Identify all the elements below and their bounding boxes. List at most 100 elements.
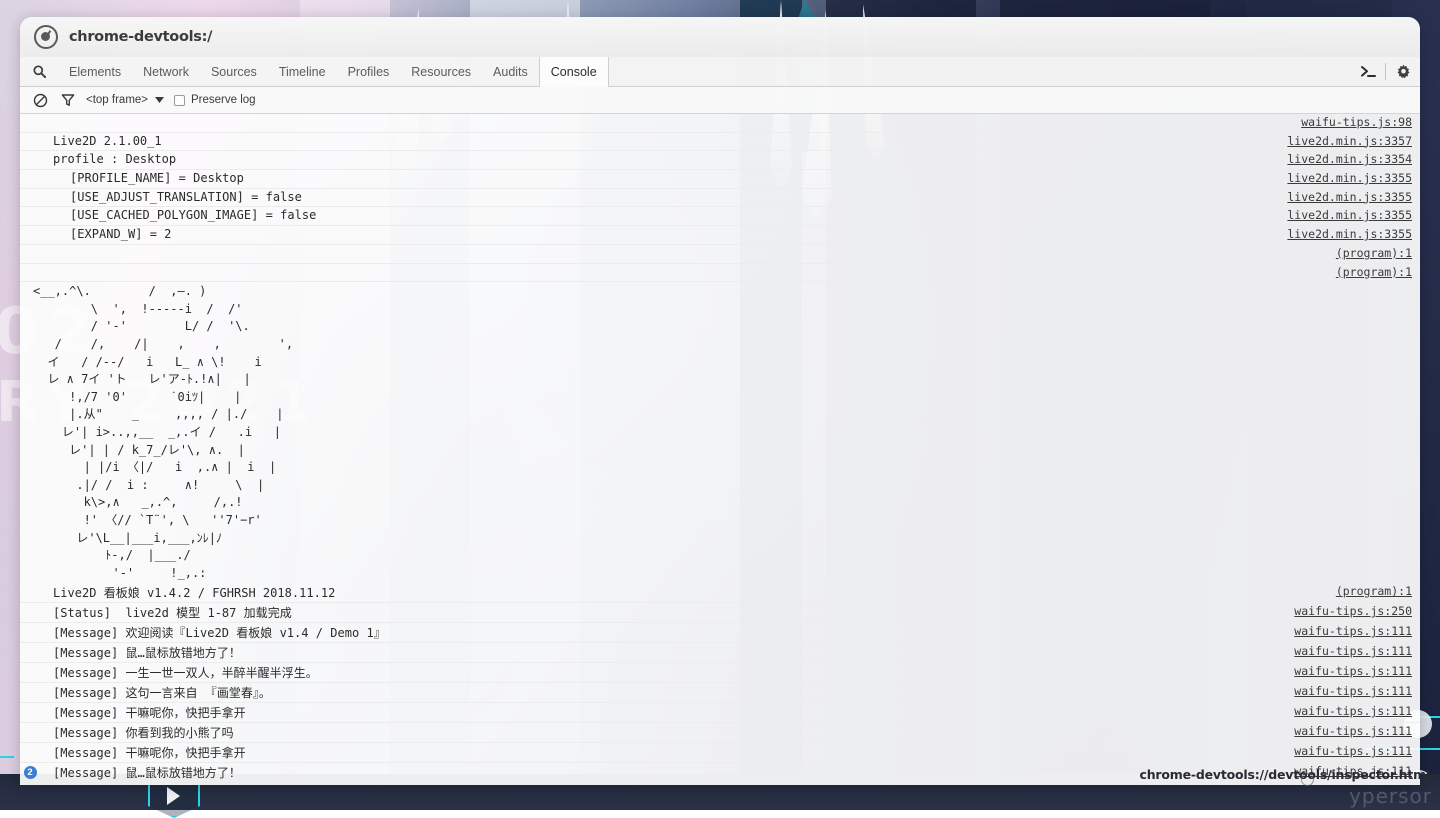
console-output[interactable]: waifu-tips.js:98Live2D 2.1.00_1live2d.mi… [20, 114, 1420, 785]
window-title: chrome-devtools:/ [69, 29, 212, 45]
tab-elements[interactable]: Elements [58, 57, 132, 86]
devtools-window: chrome-devtools:/ Elements Network Sourc… [20, 17, 1420, 785]
console-log-row: waifu-tips.js:98 [20, 114, 1420, 133]
console-message-row: [Status] live2d 模型 1-87 加载完成waifu-tips.j… [20, 603, 1420, 623]
clear-console-icon[interactable] [32, 92, 49, 109]
source-link[interactable]: waifu-tips.js:250 [1294, 604, 1420, 618]
source-link[interactable]: live2d.min.js:3357 [1287, 134, 1420, 148]
source-link[interactable]: live2d.min.js:3355 [1287, 227, 1420, 241]
console-ascii-art-row: <__,.^\. / ,—. ) \ ', !-----i / /' / '-'… [20, 282, 1420, 583]
source-link[interactable]: live2d.min.js:3355 [1287, 208, 1420, 222]
source-link[interactable]: live2d.min.js:3355 [1287, 171, 1420, 185]
console-message-row: [Message] 干嘛呢你，快把手拿开waifu-tips.js:111 [20, 703, 1420, 723]
console-message-text: [Message] 干嘛呢你，快把手拿开 [40, 744, 1294, 761]
badge-cell [20, 246, 40, 248]
console-message-text: [Message] 干嘛呢你，快把手拿开 [40, 704, 1294, 721]
badge-cell [20, 664, 40, 666]
tab-network[interactable]: Network [132, 57, 200, 86]
badge-cell: 2 [20, 764, 40, 779]
console-log-row: (program):1 [20, 245, 1420, 264]
frame-selector-value: <top frame> [86, 94, 148, 106]
console-filter-bar: <top frame> Preserve log [20, 87, 1420, 114]
console-message-rows: [Status] live2d 模型 1-87 加载完成waifu-tips.j… [20, 603, 1420, 785]
badge-cell [20, 152, 40, 154]
source-link[interactable]: waifu-tips.js:111 [1294, 744, 1420, 758]
frame-selector[interactable]: <top frame> [86, 94, 164, 106]
source-link[interactable]: waifu-tips.js:111 [1294, 704, 1420, 718]
tab-audits[interactable]: Audits [482, 57, 539, 86]
source-link[interactable]: (program):1 [1336, 246, 1420, 260]
badge-cell [20, 190, 40, 192]
chevron-down-icon [155, 94, 164, 106]
filter-funnel-icon[interactable] [59, 92, 76, 109]
console-prompt-icon[interactable] [1351, 57, 1385, 87]
source-link[interactable]: (program):1 [1336, 584, 1420, 598]
badge-cell [20, 704, 40, 706]
tab-profiles[interactable]: Profiles [337, 57, 401, 86]
console-art-footer-text: Live2D 看板娘 v1.4.2 / FGHRSH 2018.11.12 [40, 584, 1336, 601]
badge-cell [20, 115, 40, 117]
badge-cell [20, 644, 40, 646]
window-titlebar: chrome-devtools:/ [20, 17, 1420, 57]
console-log-text: [USE_CACHED_POLYGON_IMAGE] = false [40, 208, 1287, 222]
console-log-text: [USE_ADJUST_TRANSLATION] = false [40, 190, 1287, 204]
console-log-text: [EXPAND_W] = 2 [40, 227, 1287, 241]
ascii-art: <__,.^\. / ,—. ) \ ', !-----i / /' / '-'… [20, 283, 293, 582]
gear-icon[interactable] [1386, 57, 1420, 87]
badge-cell [20, 624, 40, 626]
tab-resources[interactable]: Resources [400, 57, 482, 86]
badge-cell [20, 208, 40, 210]
source-link[interactable]: live2d.min.js:3355 [1287, 190, 1420, 204]
tab-sources[interactable]: Sources [200, 57, 268, 86]
tab-timeline[interactable]: Timeline [268, 57, 337, 86]
console-message-row: 2[Message] 鼠…鼠标放错地方了！waifu-tips.js:111 [20, 763, 1420, 783]
preserve-log-checkbox[interactable] [174, 95, 185, 106]
badge-cell [20, 171, 40, 173]
source-link[interactable]: waifu-tips.js:111 [1294, 724, 1420, 738]
wallpaper-cyan-line [0, 756, 14, 758]
badge-cell [20, 724, 40, 726]
console-log-row: profile : Desktoplive2d.min.js:3354 [20, 151, 1420, 170]
console-message-row: [Message] 一生一世一双人，半醉半醒半浮生。waifu-tips.js:… [20, 663, 1420, 683]
source-link[interactable]: (program):1 [1336, 265, 1420, 279]
preserve-log-label: Preserve log [191, 94, 256, 106]
devtools-tabbar: Elements Network Sources Timeline Profil… [20, 57, 1420, 87]
console-message-text: [Message] 欢迎阅读『Live2D 看板娘 v1.4 / Demo 1』 [40, 624, 1294, 641]
console-log-text: Live2D 2.1.00_1 [40, 134, 1287, 148]
console-log-row: Live2D 2.1.00_1live2d.min.js:3357 [20, 133, 1420, 152]
preserve-log-toggle[interactable]: Preserve log [174, 94, 256, 106]
badge-cell [20, 584, 40, 586]
badge-cell [20, 684, 40, 686]
source-link[interactable]: waifu-tips.js:111 [1294, 644, 1420, 658]
console-log-text: profile : Desktop [40, 152, 1287, 166]
badge-cell [20, 744, 40, 746]
badge-cell [20, 784, 40, 785]
console-message-text: [Message] 鼠…鼠标放错地方了！ [40, 644, 1294, 661]
console-message-text: [Message] 你看到我的小熊了吗 [40, 724, 1294, 741]
console-log-row: [USE_ADJUST_TRANSLATION] = falselive2d.m… [20, 189, 1420, 208]
tab-console[interactable]: Console [539, 57, 609, 87]
search-icon[interactable] [20, 57, 58, 86]
console-message-text: [Message] 一生一世一双人，半醉半醒半浮生。 [40, 664, 1294, 681]
console-log-rows: waifu-tips.js:98Live2D 2.1.00_1live2d.mi… [20, 114, 1420, 282]
badge-cell [20, 265, 40, 267]
badge-cell [20, 604, 40, 606]
console-log-row: [PROFILE_NAME] = Desktoplive2d.min.js:33… [20, 170, 1420, 189]
repeat-count-badge: 2 [24, 766, 37, 779]
source-link[interactable]: waifu-tips.js:111 [1294, 684, 1420, 698]
console-log-row: [USE_CACHED_POLYGON_IMAGE] = falselive2d… [20, 207, 1420, 226]
console-message-text: [Message] 鼠…鼠标放错地方了！ [40, 764, 1294, 781]
source-link[interactable]: waifu-tips.js:98 [1301, 115, 1420, 129]
source-link[interactable]: waifu-tips.js:111 [1294, 664, 1420, 678]
console-message-text: [Status] live2d 模型 1-87 加载完成 [40, 604, 1294, 621]
console-log-text: [PROFILE_NAME] = Desktop [40, 171, 1287, 185]
console-message-text: [Message] 干嘛呢你，快把手拿开 [40, 784, 1294, 785]
console-message-row: [Message] 欢迎阅读『Live2D 看板娘 v1.4 / Demo 1』… [20, 623, 1420, 643]
source-link[interactable]: live2d.min.js:3354 [1287, 152, 1420, 166]
devtools-circle-icon [34, 25, 58, 49]
watermark-icon [1301, 773, 1314, 786]
console-message-row: [Message] 干嘛呢你，快把手拿开waifu-tips.js:111 [20, 783, 1420, 785]
console-message-row: [Message] 你看到我的小熊了吗waifu-tips.js:111 [20, 723, 1420, 743]
source-link[interactable]: waifu-tips.js:111 [1294, 624, 1420, 638]
watermark-text: ypersor [1349, 784, 1432, 808]
